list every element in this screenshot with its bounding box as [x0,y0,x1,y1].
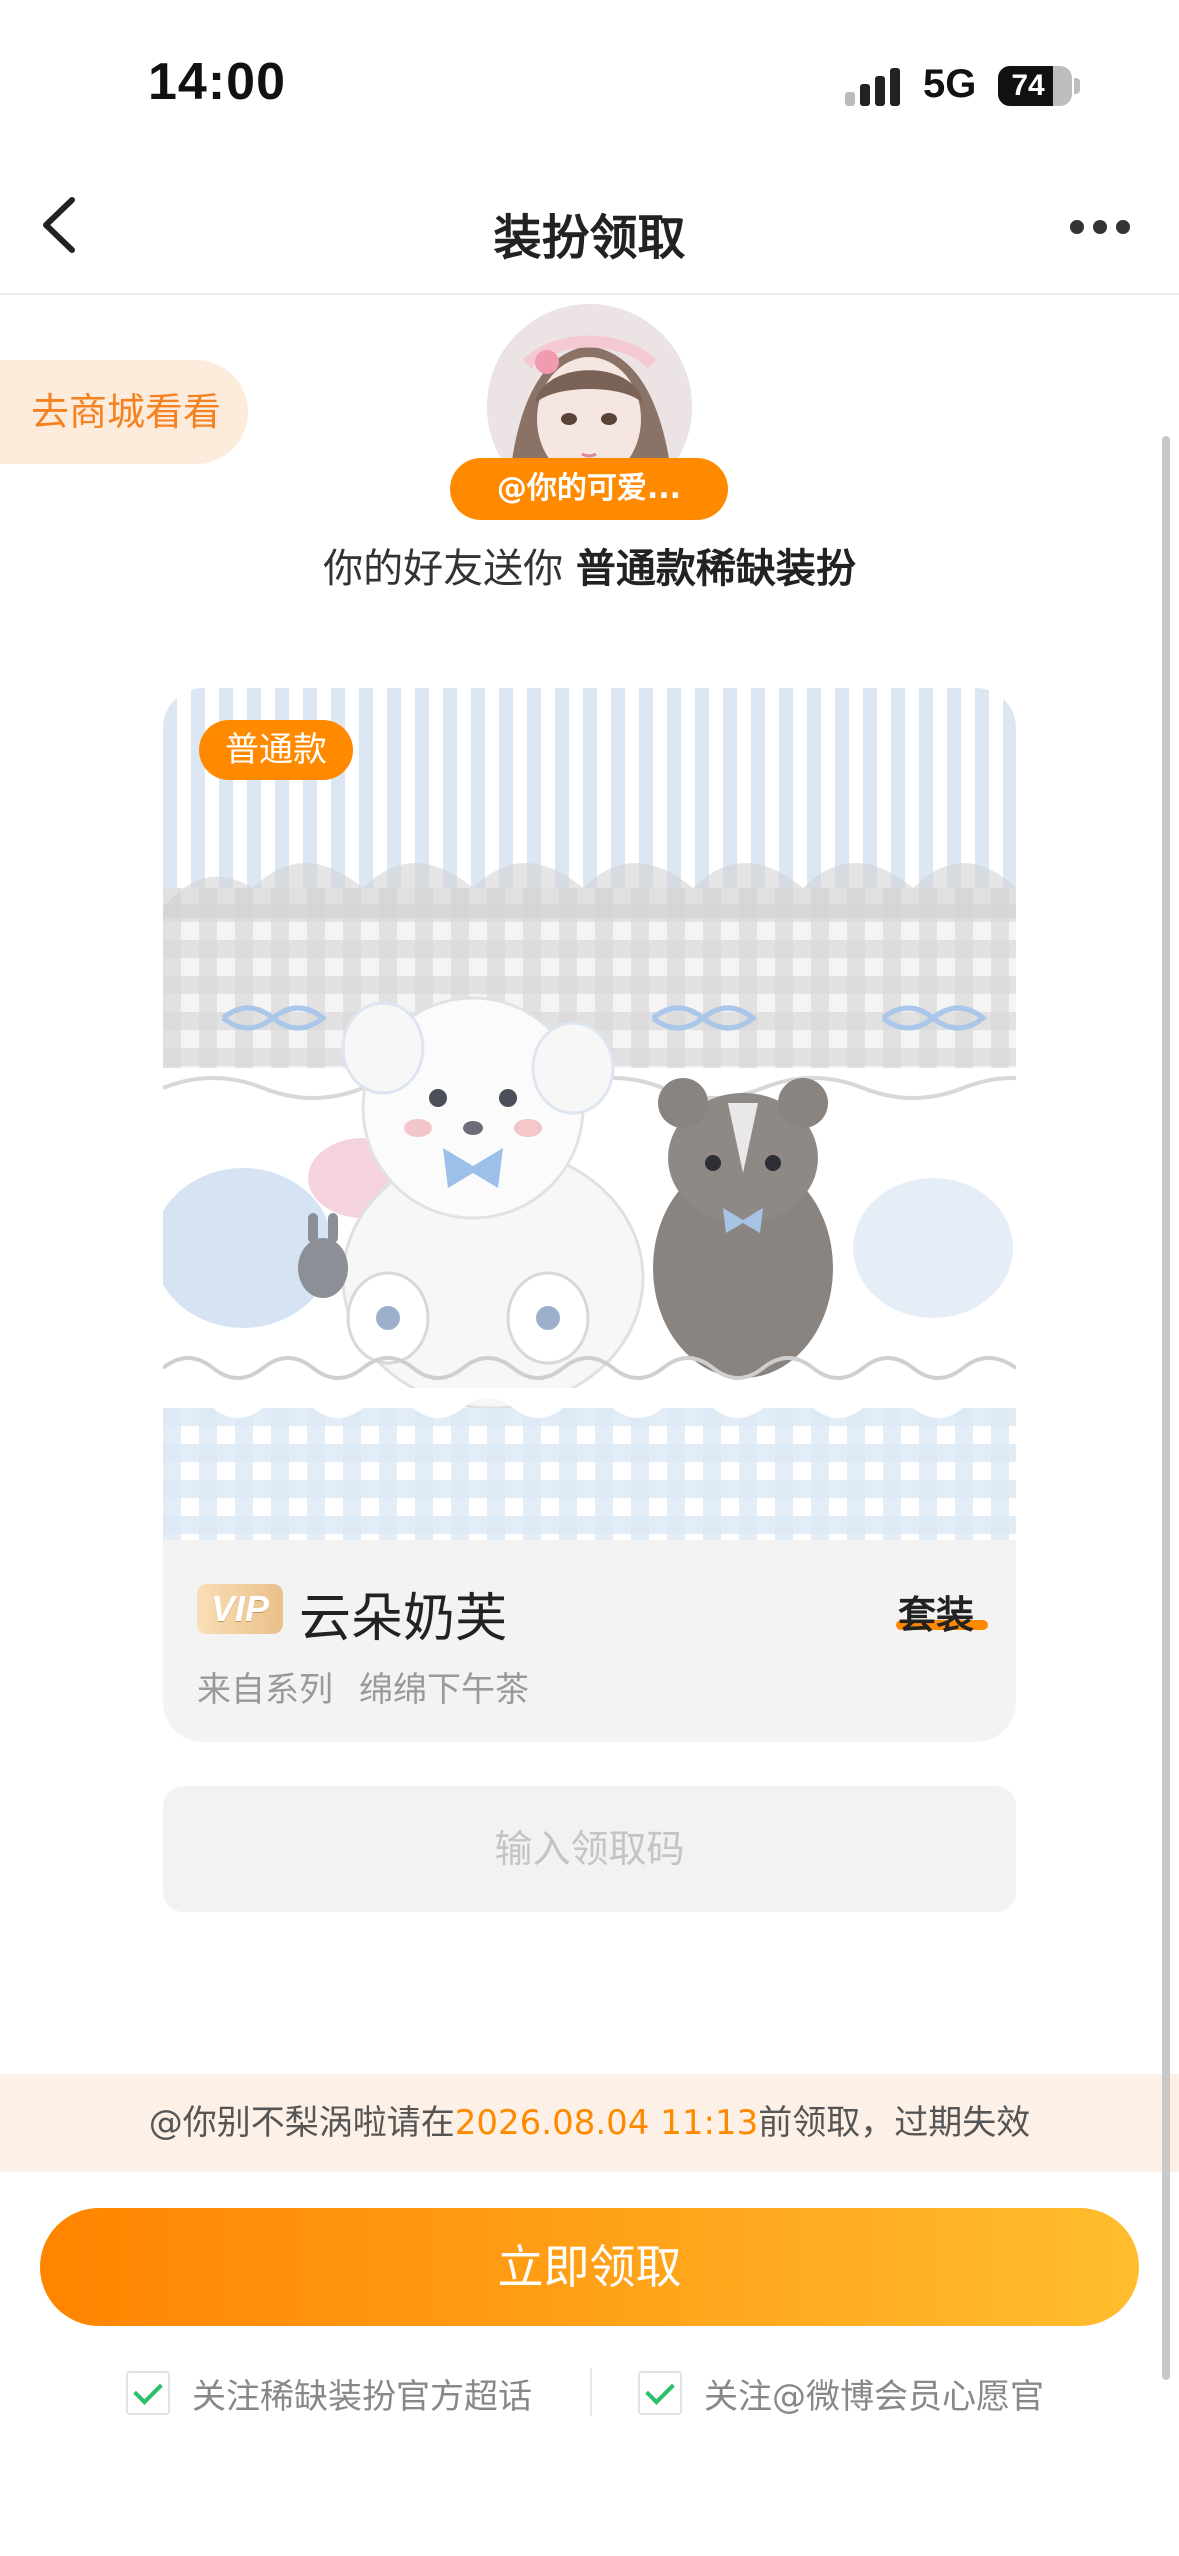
expiry-notice: @你别不梨涡啦请在2026.08.04 11:13前领取，过期失效 [0,2074,1179,2172]
gift-description: 你的好友送你 普通款稀缺装扮 [0,536,1179,594]
gift-item-type: 普通款稀缺装扮 [575,546,856,592]
follow-option-label: 关注稀缺装扮官方超话 [192,2376,532,2417]
scrollbar[interactable] [1162,436,1170,2380]
more-dot-icon [1093,220,1107,234]
costume-name: 云朵奶芙 [299,1589,508,1649]
battery-icon: 74 [998,66,1072,106]
suit-type-label: 套装 [898,1593,975,1637]
follow-option-label: 关注@微博会员心愿官 [704,2376,1044,2417]
network-type: 5G [923,62,977,106]
series-name[interactable]: 绵绵下午茶 [359,1662,529,1711]
nav-bar: 装扮领取 [0,160,1179,295]
sender-name-badge[interactable]: @你的可爱... [450,458,728,520]
vip-badge: VIP [197,1584,283,1634]
gift-prefix: 你的好友送你 [323,546,576,592]
more-dot-icon [1070,220,1084,234]
battery-tip [1074,78,1080,94]
shop-link-button[interactable]: 去商城看看 [0,360,248,464]
checkbox-checked-icon[interactable] [126,2371,170,2415]
notice-suffix: 前领取，过期失效 [758,2103,1031,2143]
follow-option-topic[interactable]: 关注稀缺装扮官方超话 [126,2366,532,2420]
checkbox-checked-icon[interactable] [638,2371,682,2415]
status-time: 14:00 [148,53,286,111]
follow-option-account[interactable]: 关注@微博会员心愿官 [638,2366,1044,2420]
claim-code-input[interactable] [163,1786,1016,1912]
divider [590,2368,592,2416]
signal-icon [845,66,905,106]
claim-button[interactable]: 立即领取 [40,2208,1139,2326]
page-title: 装扮领取 [493,210,686,266]
notice-deadline: 2026.08.04 11:13 [454,2103,759,2143]
battery-percentage: 74 [1011,69,1045,102]
more-dot-icon [1116,220,1130,234]
costume-card[interactable]: 普通款 VIP 云朵奶芙 套装 来自系列 绵绵下午茶 [163,688,1016,1742]
tier-badge: 普通款 [199,720,353,780]
costume-preview-image [163,688,1016,1540]
status-bar: 14:00 5G 74 [0,0,1179,160]
series-label: 来自系列 [197,1670,333,1710]
notice-prefix: @你别不梨涡啦请在 [148,2103,455,2143]
more-button[interactable] [1060,200,1140,250]
